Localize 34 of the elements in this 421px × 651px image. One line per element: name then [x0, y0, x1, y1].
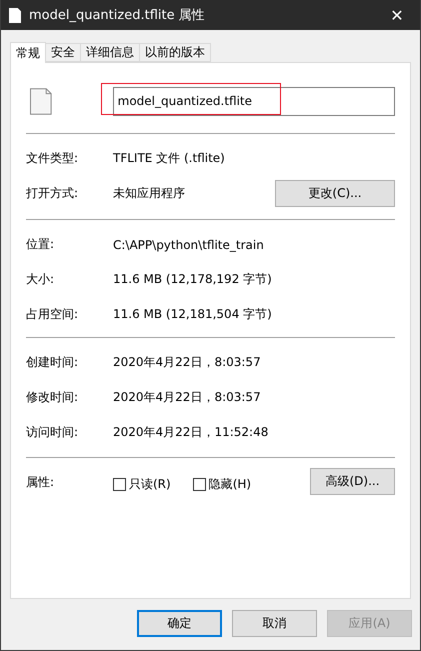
- checkbox[interactable]: [113, 478, 126, 491]
- field-value: 11.6 MB (12,178,192 字节): [113, 271, 273, 288]
- field-value: 未知应用程序: [113, 185, 186, 202]
- dialog-button[interactable]: 取消: [232, 610, 317, 637]
- advanced-button[interactable]: 高级(D)...: [310, 468, 395, 495]
- field-label: 打开方式:: [26, 185, 80, 202]
- dialog-button[interactable]: 确定: [137, 610, 222, 637]
- checkbox-label: 只读(R): [129, 476, 171, 493]
- change-button[interactable]: 更改(C)...: [275, 180, 395, 207]
- field-label: 创建时间:: [26, 354, 80, 371]
- field-value: TFLITE 文件 (.tflite): [113, 150, 226, 167]
- field-label: 访问时间:: [26, 424, 80, 441]
- field-value: 2020年4月22日，11:52:48: [113, 424, 270, 441]
- file-icon: [9, 8, 21, 22]
- field-label: 文件类型:: [26, 150, 80, 167]
- field-label: 修改时间:: [26, 389, 80, 406]
- close-button[interactable]: ✕: [374, 0, 420, 30]
- checkbox-label: 隐藏(H): [208, 476, 252, 493]
- field-label: 位置:: [26, 236, 56, 253]
- file-icon: [30, 88, 52, 114]
- tab[interactable]: 详细信息: [80, 43, 140, 62]
- name-field[interactable]: model_quantized.tflite: [112, 86, 395, 116]
- window-title: model_quantized.tflite 属性: [29, 7, 206, 24]
- tab[interactable]: 安全: [45, 43, 81, 62]
- field-value: 2020年4月22日，8:03:57: [113, 354, 262, 371]
- field-value: C:\APP\python\tflite_train: [113, 238, 265, 252]
- field-value: 2020年4月22日，8:03:57: [113, 389, 262, 406]
- tab[interactable]: 常规: [10, 42, 46, 63]
- field-value: 11.6 MB (12,181,504 字节): [113, 306, 273, 323]
- field-label: 大小:: [26, 271, 56, 288]
- field-label: 占用空间:: [26, 306, 80, 323]
- field-label: 属性:: [26, 474, 56, 491]
- tab[interactable]: 以前的版本: [139, 43, 211, 62]
- checkbox[interactable]: [192, 478, 206, 491]
